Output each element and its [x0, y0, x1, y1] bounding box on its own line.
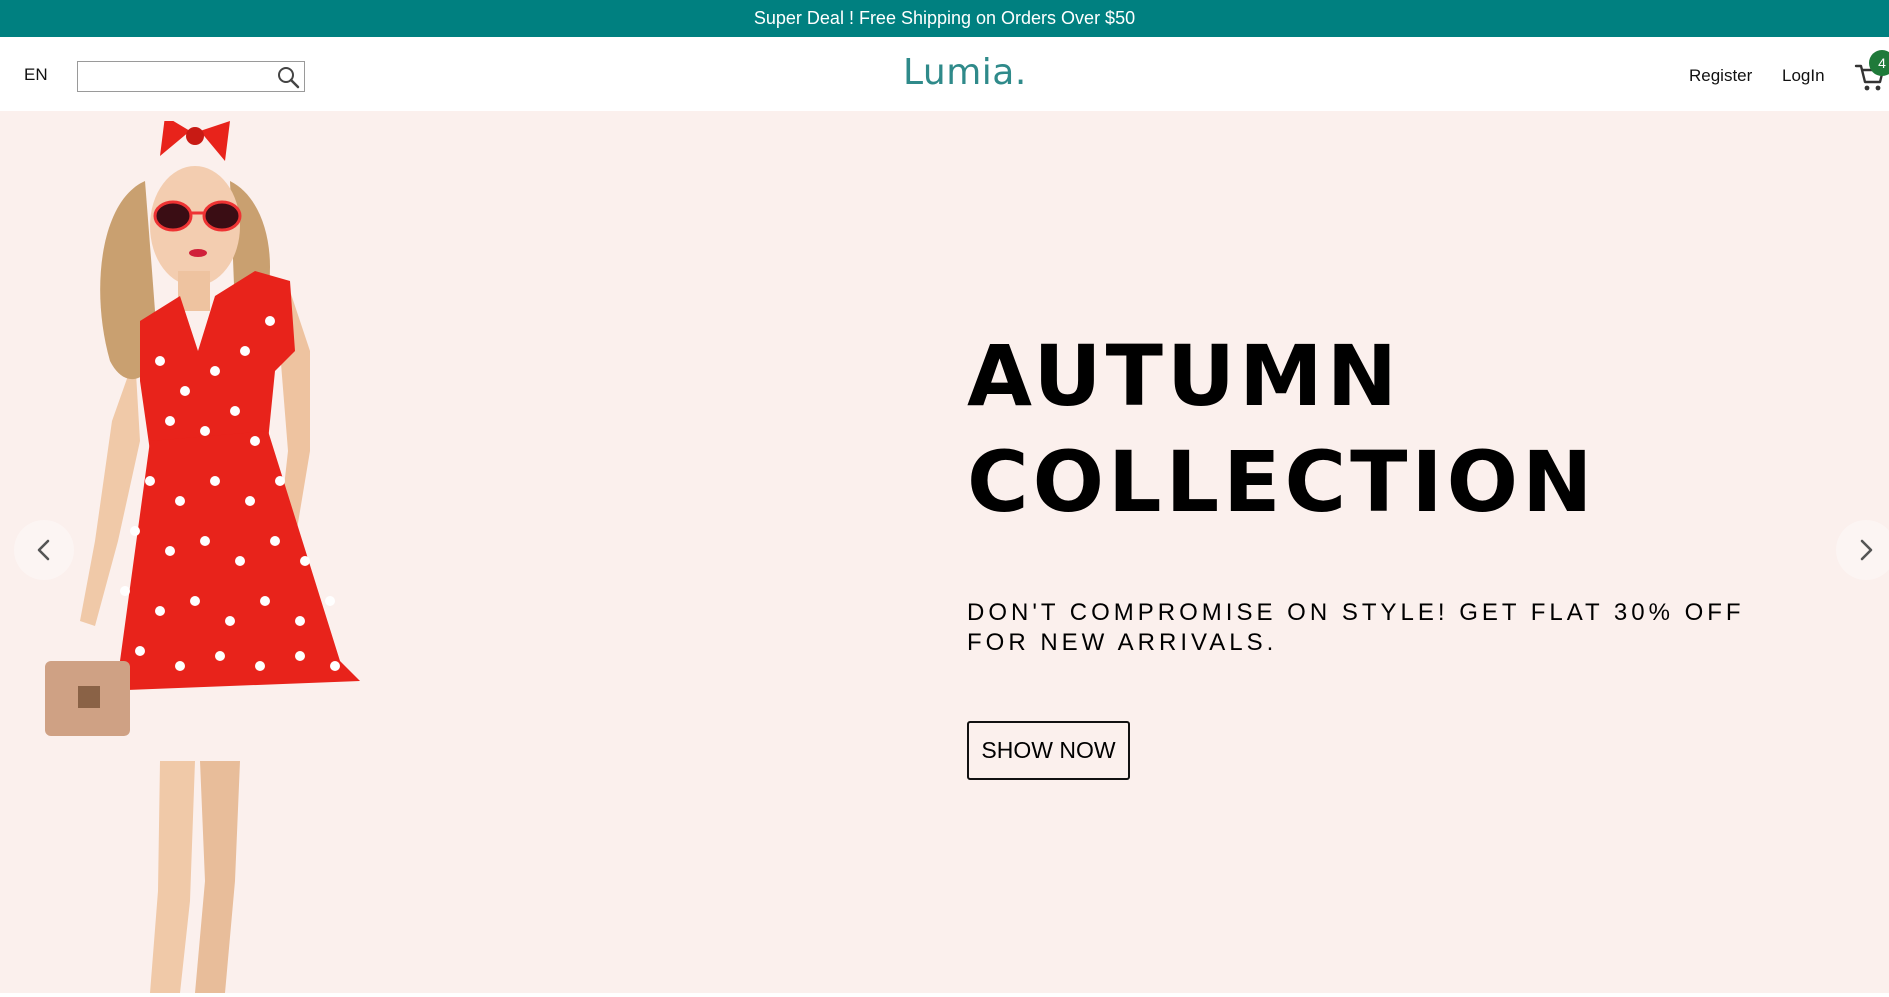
announcement-text: Super Deal ! Free Shipping on Orders Ove… [753, 8, 1136, 28]
search-icon[interactable] [276, 65, 300, 89]
register-link[interactable]: Register [1689, 66, 1752, 86]
slider-prev-button[interactable] [14, 520, 74, 580]
site-header: EN Lumia. Register LogIn 4 [0, 37, 1889, 111]
hero-description: DON'T COMPROMISE ON STYLE! GET FLAT 30% … [967, 599, 1745, 656]
hero-title-line1: AUTUMN [967, 327, 1402, 425]
hero-title-line2: COLLECTION [967, 433, 1597, 531]
chevron-right-icon [1860, 539, 1873, 561]
chevron-left-icon [37, 539, 50, 561]
language-selector[interactable]: EN [24, 65, 48, 85]
hero-title: AUTUMN COLLECTION [967, 323, 1596, 535]
hero-slider: AUTUMN COLLECTION DON'T COMPROMISE ON ST… [0, 111, 1889, 993]
announcement-bar: Super Deal ! Free Shipping on Orders Ove… [0, 0, 1889, 37]
cart-count-badge: 4 [1869, 50, 1889, 76]
login-link[interactable]: LogIn [1782, 66, 1825, 86]
search-box [77, 61, 305, 92]
site-logo[interactable]: Lumia. [903, 52, 1027, 93]
show-now-button[interactable]: SHOW NOW [967, 721, 1130, 780]
search-input[interactable] [82, 65, 267, 87]
hero-model-image [40, 116, 380, 993]
slider-next-button[interactable] [1836, 520, 1889, 580]
